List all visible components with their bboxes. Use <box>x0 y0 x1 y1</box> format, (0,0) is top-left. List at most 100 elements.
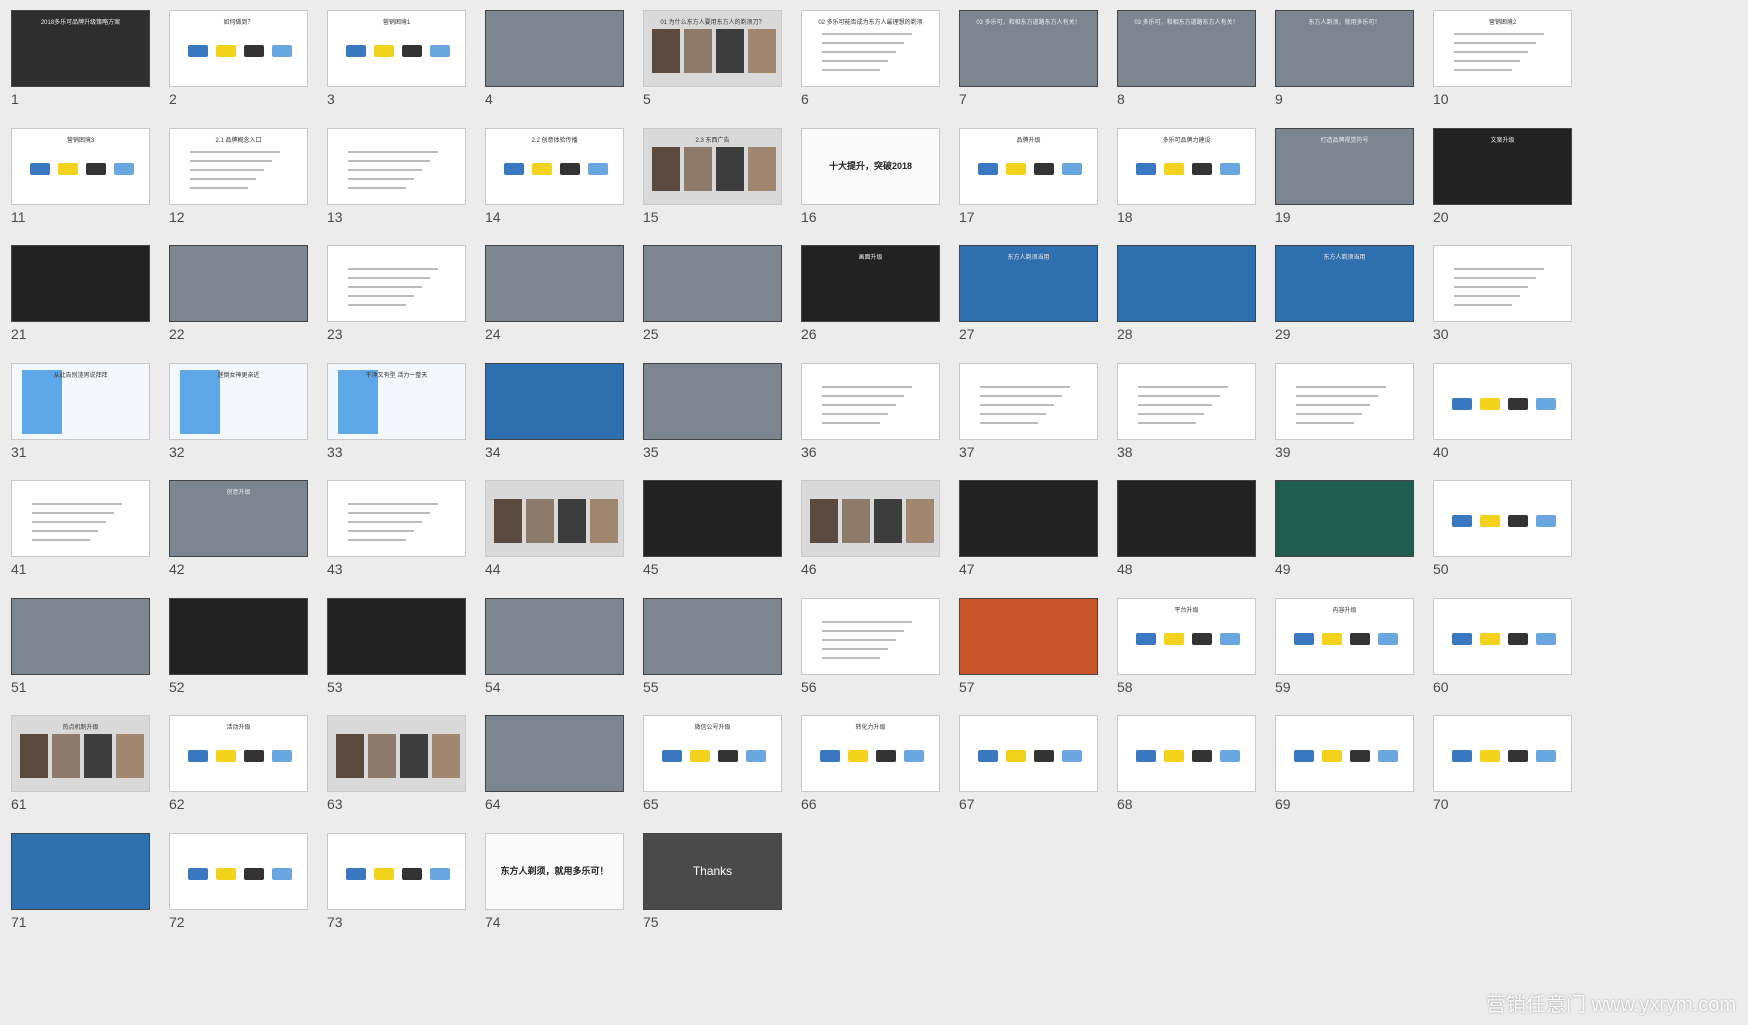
slide-thumbnail[interactable]: 22 <box>158 235 308 345</box>
slide-preview[interactable]: 03 多乐可，和相东方道路东方人有关！ <box>959 10 1098 87</box>
slide-preview[interactable] <box>1117 362 1256 440</box>
slide-thumbnail[interactable]: 02 多乐可能否成为东方人最理想的剃须 6 <box>790 0 940 110</box>
slide-preview[interactable] <box>801 362 940 440</box>
slide-preview[interactable] <box>959 480 1098 557</box>
slide-thumbnail[interactable]: 48 <box>1106 470 1256 580</box>
slide-thumbnail[interactable]: 活动升级 62 <box>158 705 308 815</box>
slide-preview[interactable] <box>327 597 466 675</box>
slide-thumbnail[interactable]: 71 <box>0 823 150 933</box>
slide-thumbnail[interactable]: 内容升级 59 <box>1264 588 1414 698</box>
slide-preview[interactable]: 东方人剃须，就用多乐可！ <box>1275 10 1414 87</box>
slide-preview[interactable]: 迷倒女神更亲近 <box>169 362 308 440</box>
slide-preview[interactable]: 热点机制升级 <box>11 715 150 792</box>
slide-preview[interactable]: 干净又有型 活力一整天 <box>327 362 466 440</box>
slide-thumbnail[interactable]: 营销困境3 11 <box>0 118 150 228</box>
slide-thumbnail[interactable]: Thanks 75 <box>632 823 782 933</box>
slide-thumbnail[interactable]: 迷倒女神更亲近 32 <box>158 353 308 463</box>
slide-preview[interactable] <box>485 245 624 322</box>
slide-thumbnail[interactable]: 52 <box>158 588 308 698</box>
slide-thumbnail[interactable]: 60 <box>1422 588 1572 698</box>
slide-thumbnail[interactable]: 49 <box>1264 470 1414 580</box>
slide-preview[interactable] <box>485 715 624 792</box>
slide-thumbnail[interactable]: 70 <box>1422 705 1572 815</box>
slide-preview[interactable] <box>485 362 624 440</box>
slide-preview[interactable]: 2.1 品牌概念入口 <box>169 127 308 205</box>
slide-thumbnail[interactable]: 54 <box>474 588 624 698</box>
slide-thumbnail[interactable]: 2.3 东西广告 15 <box>632 118 782 228</box>
slide-preview[interactable]: 如何做到？ <box>169 10 308 87</box>
slide-thumbnail[interactable]: 57 <box>948 588 1098 698</box>
slide-preview[interactable]: 营销困境2 <box>1433 10 1572 87</box>
slide-preview[interactable] <box>11 597 150 675</box>
slide-preview[interactable]: 十大提升，突破2018 <box>801 127 940 205</box>
slide-thumbnail[interactable]: 东方人剃须当用 27 <box>948 235 1098 345</box>
slide-thumbnail[interactable]: 40 <box>1422 353 1572 463</box>
slide-preview[interactable]: 转化力升级 <box>801 715 940 792</box>
slide-thumbnail[interactable]: 36 <box>790 353 940 463</box>
slide-preview[interactable] <box>643 362 782 440</box>
slide-thumbnail[interactable]: 72 <box>158 823 308 933</box>
slide-preview[interactable]: 东方人剃须，就用多乐可！ <box>485 832 624 910</box>
slide-thumbnail[interactable]: 01 为什么东方人要用东方人的剃须刀？ 5 <box>632 0 782 110</box>
slide-preview[interactable] <box>1433 245 1572 322</box>
slide-preview[interactable] <box>1275 362 1414 440</box>
slide-thumbnail[interactable]: 转化力升级 66 <box>790 705 940 815</box>
slide-preview[interactable]: 营销困境1 <box>327 10 466 87</box>
slide-preview[interactable] <box>643 245 782 322</box>
slide-thumbnail[interactable]: 营销困境2 10 <box>1422 0 1572 110</box>
slide-preview[interactable]: 平台升级 <box>1117 597 1256 675</box>
slide-preview[interactable] <box>1117 245 1256 322</box>
slide-preview[interactable]: 品牌升级 <box>959 127 1098 205</box>
slide-preview[interactable]: 活动升级 <box>169 715 308 792</box>
slide-preview[interactable] <box>1117 715 1256 792</box>
slide-thumbnail[interactable]: 34 <box>474 353 624 463</box>
slide-thumbnail[interactable]: 45 <box>632 470 782 580</box>
slide-thumbnail[interactable]: 23 <box>316 235 466 345</box>
slide-preview[interactable]: 01 为什么东方人要用东方人的剃须刀？ <box>643 10 782 87</box>
slide-thumbnail[interactable]: 69 <box>1264 705 1414 815</box>
slide-preview[interactable]: 文案升级 <box>1433 127 1572 205</box>
slide-thumbnail[interactable]: 37 <box>948 353 1098 463</box>
slide-thumbnail[interactable]: 东方人剃须，就用多乐可！ 9 <box>1264 0 1414 110</box>
slide-thumbnail[interactable]: 从此告别渣男说拜拜 31 <box>0 353 150 463</box>
slide-preview[interactable] <box>11 480 150 557</box>
slide-thumbnail[interactable]: 44 <box>474 470 624 580</box>
slide-thumbnail[interactable]: 13 <box>316 118 466 228</box>
slide-preview[interactable] <box>959 597 1098 675</box>
slide-preview[interactable]: 02 多乐可能否成为东方人最理想的剃须 <box>801 10 940 87</box>
slide-thumbnail[interactable]: 28 <box>1106 235 1256 345</box>
slide-preview[interactable] <box>327 127 466 205</box>
slide-thumbnail[interactable]: 50 <box>1422 470 1572 580</box>
slide-preview[interactable]: 多乐可品牌力建设 <box>1117 127 1256 205</box>
slide-thumbnail[interactable]: 56 <box>790 588 940 698</box>
slide-preview[interactable]: Thanks <box>643 832 782 910</box>
slide-thumbnail[interactable]: 51 <box>0 588 150 698</box>
slide-thumbnail[interactable]: 十大提升，突破2018 16 <box>790 118 940 228</box>
slide-thumbnail[interactable]: 63 <box>316 705 466 815</box>
slide-preview[interactable] <box>1275 480 1414 557</box>
slide-thumbnail[interactable]: 68 <box>1106 705 1256 815</box>
slide-thumbnail[interactable]: 25 <box>632 235 782 345</box>
slide-preview[interactable] <box>169 832 308 910</box>
slide-thumbnail[interactable]: 打造品牌视觉符号 19 <box>1264 118 1414 228</box>
slide-thumbnail[interactable]: 64 <box>474 705 624 815</box>
slide-thumbnail[interactable]: 干净又有型 活力一整天 33 <box>316 353 466 463</box>
slide-preview[interactable]: 2.2 创意体验传播 <box>485 127 624 205</box>
slide-preview[interactable] <box>485 10 624 87</box>
slide-preview[interactable] <box>327 245 466 322</box>
slide-preview[interactable] <box>327 832 466 910</box>
slide-preview[interactable]: 营销困境3 <box>11 127 150 205</box>
slide-thumbnail[interactable]: 画面升级 26 <box>790 235 940 345</box>
slide-thumbnail[interactable]: 2.2 创意体验传播 14 <box>474 118 624 228</box>
slide-preview[interactable] <box>1275 715 1414 792</box>
slide-preview[interactable] <box>1117 480 1256 557</box>
slide-thumbnail[interactable]: 47 <box>948 470 1098 580</box>
slide-preview[interactable] <box>643 597 782 675</box>
slide-thumbnail[interactable]: 73 <box>316 823 466 933</box>
slide-preview[interactable]: 创意升级 <box>169 480 308 557</box>
slide-preview[interactable]: 东方人剃须当用 <box>1275 245 1414 322</box>
slide-preview[interactable]: 2018多乐可品牌升级策略方案 <box>11 10 150 87</box>
slide-thumbnail[interactable]: 03 多乐可，和相东方道路东方人有关！ 8 <box>1106 0 1256 110</box>
slide-preview[interactable] <box>1433 362 1572 440</box>
slide-preview[interactable]: 从此告别渣男说拜拜 <box>11 362 150 440</box>
